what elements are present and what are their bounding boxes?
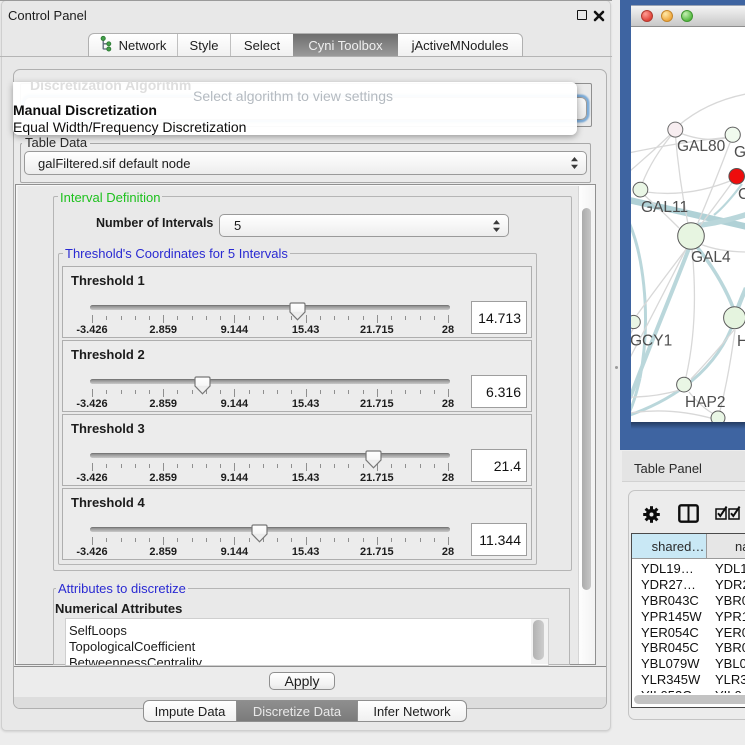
svg-text:C: C xyxy=(738,186,745,203)
svg-text:H: H xyxy=(737,333,745,350)
svg-text:GAL80: GAL80 xyxy=(677,138,726,155)
svg-text:GAL11: GAL11 xyxy=(641,199,688,216)
svg-text:GAL4: GAL4 xyxy=(691,249,731,266)
svg-text:GA: GA xyxy=(734,144,745,161)
svg-text:GCY1: GCY1 xyxy=(631,333,672,350)
svg-text:HAP2: HAP2 xyxy=(685,394,726,411)
